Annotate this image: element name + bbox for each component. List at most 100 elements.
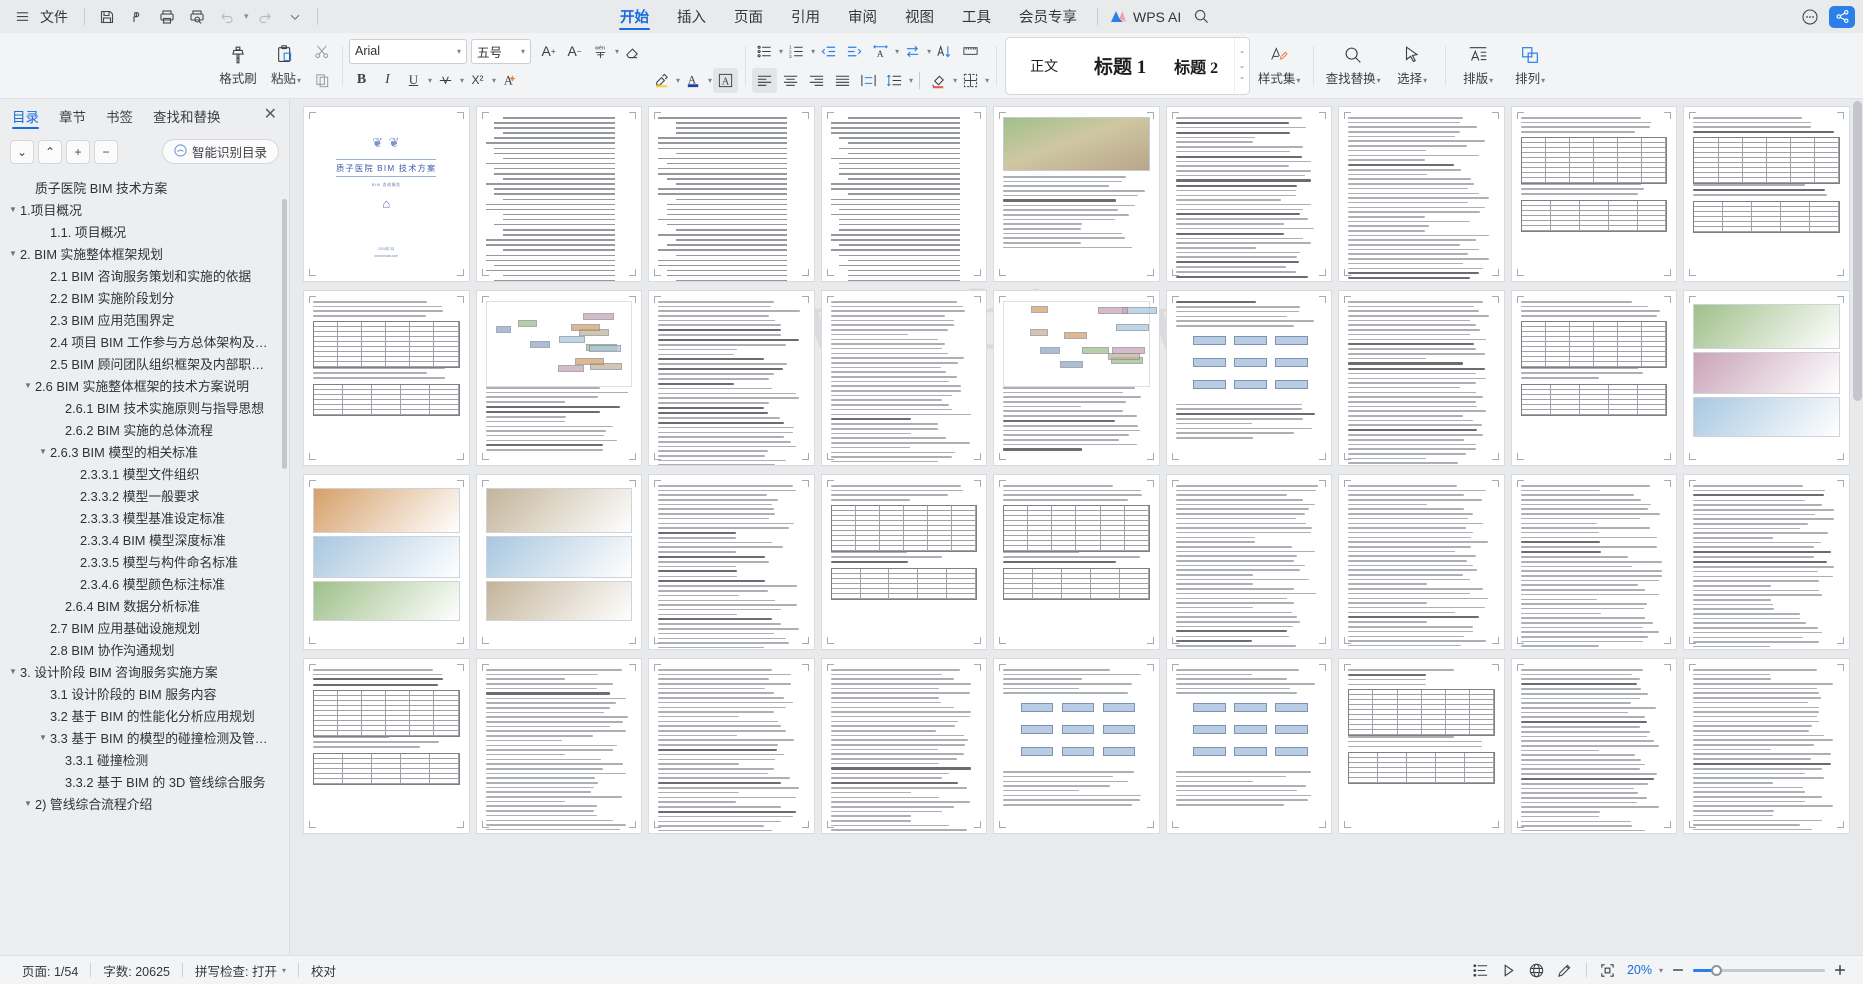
clear-format-icon[interactable]: A [713, 67, 739, 93]
bullet-list-icon[interactable] [752, 39, 777, 64]
tab-insert[interactable]: 插入 [663, 0, 720, 33]
toc-item[interactable]: 2.5 BIM 顾问团队组织框架及内部职责分工 [0, 352, 289, 374]
toc-item[interactable]: 2.4 项目 BIM 工作参与方总体架构及责任分 … [0, 330, 289, 352]
shrink-font-icon[interactable]: A − [562, 39, 587, 64]
distribute-icon[interactable] [856, 68, 881, 93]
expand-all-button[interactable]: + [66, 139, 90, 164]
share-icon[interactable] [1829, 5, 1855, 28]
search-icon[interactable] [1187, 4, 1215, 30]
print-preview-icon[interactable] [183, 4, 211, 30]
chevron-down-icon[interactable]: ▼ [21, 799, 35, 808]
toc-item[interactable]: ▼ 3. 设计阶段 BIM 咨询服务实施方案 [0, 660, 289, 682]
toc-item[interactable]: ▼ 1.项目概况 [0, 198, 289, 220]
strikethrough-icon[interactable] [433, 68, 458, 93]
cloud-save-icon[interactable] [123, 4, 151, 30]
page-thumbnail[interactable] [1511, 475, 1677, 649]
chevron-down-icon[interactable]: ▼ [36, 733, 50, 742]
toc-item[interactable]: ▼ 2.6 BIM 实施整体框架的技术方案说明 [0, 374, 289, 396]
smart-toc-button[interactable]: 智能识别目录 [161, 139, 279, 164]
toc-item[interactable]: ▼ 2. BIM 实施整体框架规划 [0, 242, 289, 264]
toc-item[interactable]: 2.7 BIM 应用基础设施规划 [0, 616, 289, 638]
web-view-icon[interactable] [1524, 959, 1550, 981]
page-thumbnail-grid[interactable]: ❦ ❦ 质子医院 BIM 技术方案 BIM 咨询服务 ⌂ 2024年7月 www.bisa… [290, 99, 1863, 833]
page-thumbnail[interactable] [476, 659, 642, 833]
style-heading-2[interactable]: 标题 2 [1158, 38, 1234, 94]
page-thumbnail[interactable] [1339, 475, 1504, 649]
page-thumbnail[interactable] [649, 107, 814, 281]
toc-item[interactable]: ▼ 2) 管线综合流程介绍 [0, 792, 289, 814]
typeset-button[interactable]: 排版▾ [1452, 36, 1504, 96]
page-thumbnail[interactable] [1339, 659, 1504, 833]
tab-page[interactable]: 页面 [720, 0, 777, 33]
hamburger-icon[interactable] [8, 4, 36, 30]
find-replace-button[interactable]: 查找替换▾ [1320, 36, 1386, 96]
tab-start[interactable]: 开始 [606, 0, 663, 33]
line-spacing-icon[interactable] [882, 68, 907, 93]
zoom-level[interactable]: 20% [1623, 963, 1656, 977]
sidebar-scrollbar[interactable] [282, 199, 287, 469]
toc-item[interactable]: 3.2 基于 BIM 的性能化分析应用规划 [0, 704, 289, 726]
page-thumbnail[interactable] [304, 475, 469, 649]
document-scrollbar[interactable] [1853, 101, 1862, 401]
font-size-select[interactable]: 五号 ▾ [471, 38, 531, 64]
underline-button[interactable]: U [401, 68, 426, 93]
align-left-icon[interactable] [752, 67, 778, 93]
toc-item[interactable]: 2.3.3.2 模型一般要求 [0, 484, 289, 506]
toc-item[interactable]: 质子医院 BIM 技术方案 [0, 176, 289, 198]
collapse-all-button[interactable]: − [94, 139, 118, 164]
toc-item[interactable]: 2.3.3.5 模型与构件命名标准 [0, 550, 289, 572]
paste-button[interactable]: 粘贴▾ [262, 36, 310, 96]
minus-icon[interactable] [1665, 959, 1691, 981]
edit-mode-icon[interactable] [1552, 959, 1578, 981]
sort-icon[interactable] [932, 39, 957, 64]
align-right-icon[interactable] [804, 68, 829, 93]
outline-view-icon[interactable] [1468, 959, 1494, 981]
toc-item[interactable]: ▼3.3 基于 BIM 的模型的碰撞检测及管线综合 … [0, 726, 289, 748]
page-thumbnail[interactable] [1511, 659, 1677, 833]
font-name-select[interactable]: Arial ▾ [349, 38, 467, 64]
tab-member-exclusive[interactable]: 会员专享 [1005, 0, 1091, 33]
toc-item[interactable]: 2.3.3.1 模型文件组织 [0, 462, 289, 484]
page-thumbnail[interactable] [1166, 107, 1332, 281]
toc-item[interactable]: ▼ 2.6.3 BIM 模型的相关标准 [0, 440, 289, 462]
page-thumbnail[interactable]: ❦ ❦ 质子医院 BIM 技术方案 BIM 咨询服务 ⌂ 2024年7月 www.bisa… [304, 107, 469, 281]
page-thumbnail[interactable] [649, 659, 814, 833]
toc-item[interactable]: 2.6.4 BIM 数据分析标准 [0, 594, 289, 616]
file-menu-button[interactable]: 文件 [38, 4, 76, 30]
page-thumbnail[interactable] [476, 291, 642, 465]
play-view-icon[interactable] [1496, 959, 1522, 981]
page-thumbnail[interactable] [1684, 291, 1849, 465]
toc-item[interactable]: 2.3.4.6 模型颜色标注标准 [0, 572, 289, 594]
font-color-icon[interactable]: A [681, 68, 706, 93]
toc-item[interactable]: 2.3.3.4 BIM 模型深度标准 [0, 528, 289, 550]
toc-item[interactable]: 2.8 BIM 协作沟通规划 [0, 638, 289, 660]
word-count[interactable]: 字数: 20625 [91, 961, 182, 980]
highlight-icon[interactable] [649, 68, 674, 93]
zoom-dropdown-icon[interactable]: ▾ [1658, 966, 1663, 975]
text-effect-icon[interactable]: A [497, 68, 522, 93]
chevron-down-icon[interactable]: ▼ [6, 667, 20, 676]
page-thumbnail[interactable] [649, 291, 814, 465]
grow-font-icon[interactable]: A + [536, 39, 561, 64]
wps-ai-button[interactable]: WPS AI [1104, 9, 1187, 25]
move-down-button[interactable]: ⌄ [10, 139, 34, 164]
zoom-slider[interactable] [1693, 959, 1825, 981]
toc-item[interactable]: 3.1 设计阶段的 BIM 服务内容 [0, 682, 289, 704]
style-normal[interactable]: 正文 [1006, 38, 1082, 94]
superscript-button[interactable]: X² [465, 68, 490, 93]
zoom-slider-knob[interactable] [1711, 964, 1722, 976]
bold-button[interactable]: B [349, 68, 374, 93]
ellipsis-icon[interactable] [1795, 5, 1825, 29]
style-gallery-scroll[interactable]: ⌃ ⌄ ⌄ [1234, 37, 1249, 94]
page-thumbnail[interactable] [994, 659, 1159, 833]
toc-item[interactable]: 2.3.3.3 模型基准设定标准 [0, 506, 289, 528]
toc-item[interactable]: 1.1. 项目概况 [0, 220, 289, 242]
undo-icon[interactable] [213, 4, 241, 30]
toc-item[interactable]: 2.6.1 BIM 技术实施原则与指导思想 [0, 396, 289, 418]
page-thumbnail[interactable] [821, 107, 987, 281]
close-icon[interactable]: ✕ [264, 107, 277, 123]
page-thumbnail[interactable] [821, 659, 987, 833]
tab-view[interactable]: 视图 [891, 0, 948, 33]
page-thumbnail[interactable] [821, 475, 987, 649]
tab-tools[interactable]: 工具 [948, 0, 1005, 33]
